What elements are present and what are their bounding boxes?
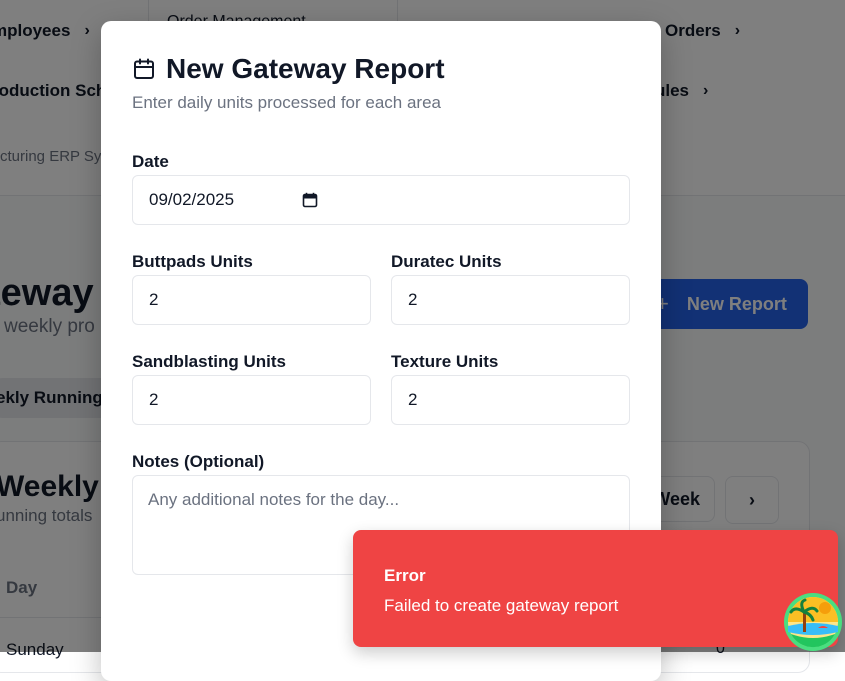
error-toast[interactable]: Error Failed to create gateway report — [353, 530, 838, 647]
buttpads-label: Buttpads Units — [132, 252, 253, 271]
sandblasting-value: 2 — [149, 390, 159, 409]
sandblasting-label: Sandblasting Units — [132, 352, 286, 371]
dialog-header: New Gateway Report — [132, 53, 445, 85]
dialog-title: New Gateway Report — [166, 53, 445, 84]
calendar-icon — [134, 58, 154, 79]
sandblasting-units-input[interactable]: 2 — [132, 375, 371, 425]
duratec-value: 2 — [408, 290, 418, 309]
toast-title: Error — [384, 566, 426, 585]
buttpads-units-input[interactable]: 2 — [132, 275, 371, 325]
calendar-picker-icon[interactable] — [302, 192, 318, 208]
notes-label: Notes (Optional) — [132, 452, 265, 471]
date-input[interactable]: 09/02/2025 — [132, 175, 630, 225]
date-label: Date — [132, 152, 169, 171]
dialog-description: Enter daily units processed for each are… — [132, 93, 442, 112]
toast-message: Failed to create gateway report — [384, 596, 619, 615]
texture-units-input[interactable]: 2 — [391, 375, 630, 425]
duratec-units-input[interactable]: 2 — [391, 275, 630, 325]
buttpads-value: 2 — [149, 290, 159, 309]
duratec-label: Duratec Units — [391, 252, 502, 271]
texture-label: Texture Units — [391, 352, 499, 371]
texture-value: 2 — [408, 390, 418, 409]
island-avatar-icon[interactable] — [783, 592, 843, 652]
date-value: 09/02/2025 — [149, 190, 235, 209]
